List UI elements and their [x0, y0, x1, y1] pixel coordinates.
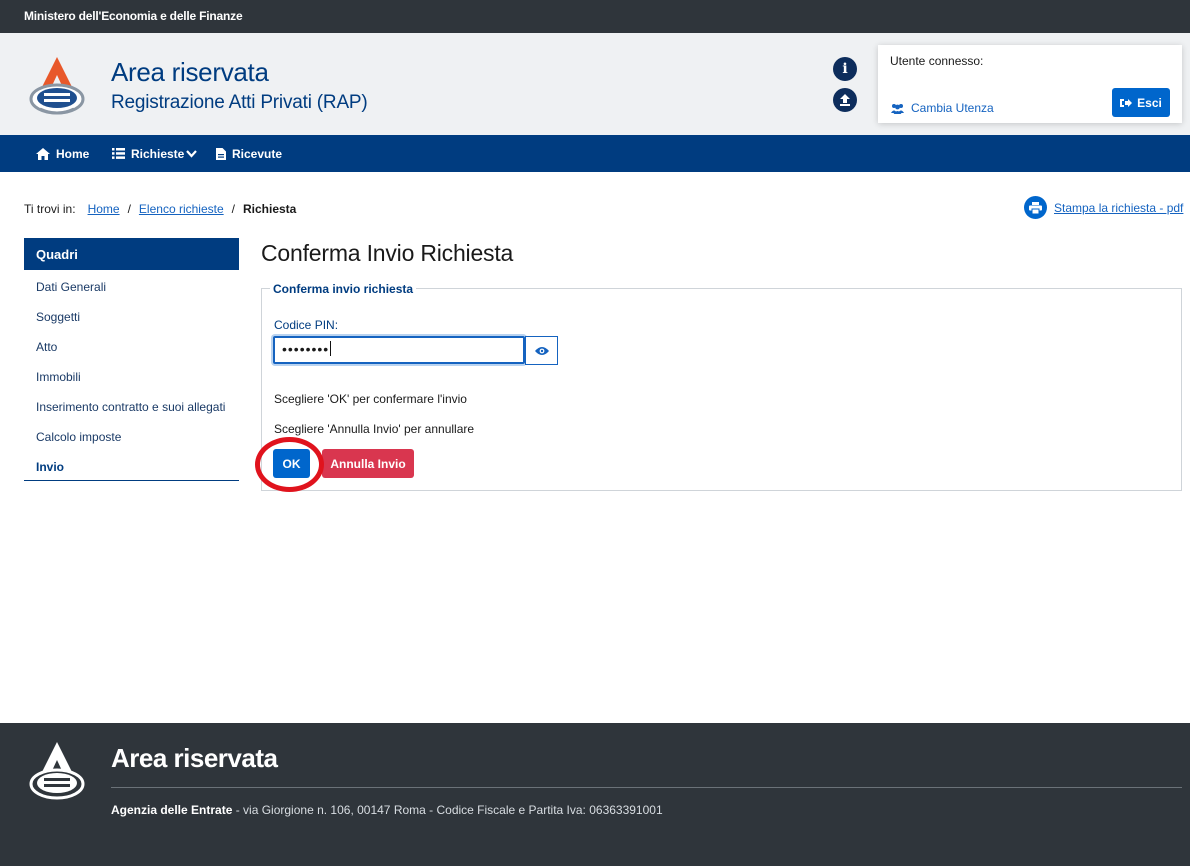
switch-user-label: Cambia Utenza	[911, 101, 994, 115]
sidebar: Quadri Dati Generali Soggetti Atto Immob…	[24, 238, 239, 481]
print-request-link[interactable]: Stampa la richiesta - pdf	[1024, 196, 1183, 219]
site-footer: Area riservata Agenzia delle Entrate - v…	[0, 723, 1190, 866]
sidebar-heading: Quadri	[24, 238, 239, 270]
breadcrumb-prefix: Ti trovi in:	[24, 202, 76, 216]
pin-input-value: ••••••••	[282, 341, 330, 357]
breadcrumb-separator: /	[231, 202, 235, 216]
logout-button[interactable]: Esci	[1112, 88, 1170, 117]
nav-item-label: Ricevute	[232, 146, 283, 161]
ministry-bar: Ministero dell'Economia e delle Finanze	[0, 0, 1190, 33]
sidebar-item-inserimento-contratto[interactable]: Inserimento contratto e suoi allegati	[24, 390, 239, 420]
nav-item-ricevute[interactable]: Ricevute	[216, 135, 282, 172]
agenzia-entrate-footer-logo	[29, 742, 85, 800]
sidebar-item-immobili[interactable]: Immobili	[24, 360, 239, 390]
cancel-send-button[interactable]: Annulla Invio	[322, 449, 414, 478]
pin-field-label: Codice PIN:	[274, 318, 339, 332]
list-icon	[112, 148, 125, 159]
site-header: Area riservata Registrazione Atti Privat…	[0, 33, 1190, 135]
sidebar-item-invio[interactable]: Invio	[24, 450, 239, 480]
nav-item-home[interactable]: Home	[36, 135, 89, 172]
sidebar-item-dati-generali[interactable]: Dati Generali	[24, 270, 239, 300]
footer-info: Agenzia delle Entrate - via Giorgione n.…	[111, 803, 663, 817]
ministry-name: Ministero dell'Economia e delle Finanze	[24, 9, 243, 23]
nav-item-label: Home	[56, 146, 90, 161]
sidebar-item-atto[interactable]: Atto	[24, 330, 239, 360]
fieldset-legend: Conferma invio richiesta	[270, 282, 417, 296]
footer-agency: Agenzia delle Entrate	[111, 803, 233, 817]
page-title: Conferma Invio Richiesta	[261, 240, 514, 266]
footer-address: - via Giorgione n. 106, 00147 Roma - Cod…	[232, 803, 663, 817]
pin-input[interactable]: ••••••••	[273, 336, 525, 364]
connected-user-label: Utente connesso:	[890, 54, 984, 68]
page-heading-subtitle: Registrazione Atti Privati (RAP)	[111, 92, 368, 113]
print-icon	[1024, 196, 1047, 219]
text-caret	[330, 341, 332, 356]
show-pin-button[interactable]	[525, 336, 558, 365]
home-icon	[36, 147, 50, 160]
instruction-cancel: Scegliere 'Annulla Invio' per annullare	[274, 422, 475, 436]
info-icon[interactable]: i	[833, 57, 857, 81]
print-request-label: Stampa la richiesta - pdf	[1054, 200, 1184, 215]
sidebar-item-soggetti[interactable]: Soggetti	[24, 300, 239, 330]
footer-divider	[111, 787, 1182, 788]
highlight-circle-annotation	[255, 437, 324, 492]
breadcrumb-current: Richiesta	[242, 202, 297, 216]
breadcrumb: Ti trovi in: Home / Elenco richieste / R…	[24, 202, 296, 216]
sign-out-icon	[1120, 98, 1133, 107]
switch-user-link[interactable]: Cambia Utenza	[890, 101, 994, 115]
upload-icon[interactable]	[833, 88, 857, 112]
user-box: Utente connesso: Cambia Utenza Esci	[878, 45, 1182, 123]
page-heading-title: Area riservata	[111, 57, 269, 87]
sidebar-item-calcolo-imposte[interactable]: Calcolo imposte	[24, 420, 239, 450]
eye-icon	[534, 346, 549, 355]
breadcrumb-separator: /	[127, 202, 131, 216]
users-icon	[891, 103, 904, 114]
nav-item-label: Richieste	[131, 146, 185, 161]
logout-label: Esci	[1137, 95, 1162, 110]
instruction-confirm: Scegliere 'OK' per confermare l'invio	[274, 392, 467, 406]
agenzia-entrate-logo[interactable]	[24, 55, 90, 115]
file-icon	[216, 147, 226, 160]
footer-title: Area riservata	[111, 743, 278, 773]
nav-item-richieste[interactable]: Richieste	[112, 135, 198, 172]
breadcrumb-link-elenco[interactable]: Elenco richieste	[139, 202, 224, 216]
breadcrumb-link-home[interactable]: Home	[88, 202, 120, 216]
chevron-down-icon	[186, 149, 198, 158]
main-navigation: Home Richieste Ricevute	[0, 135, 1190, 172]
